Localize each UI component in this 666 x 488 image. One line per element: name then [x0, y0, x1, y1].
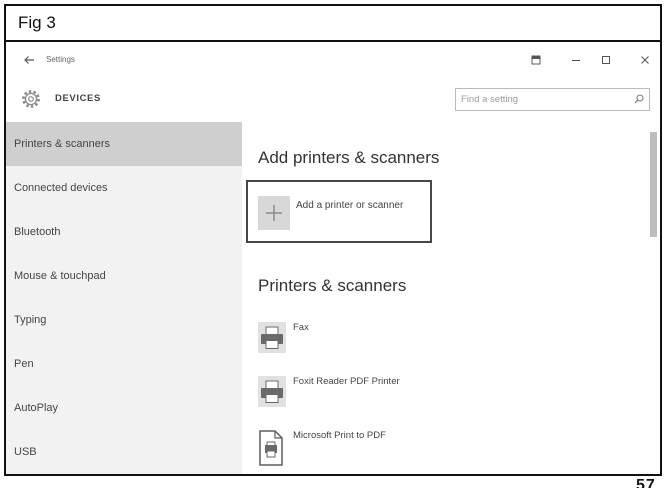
sidebar-item-mouse-touchpad[interactable]: Mouse & touchpad	[6, 254, 242, 298]
gear-icon	[22, 90, 40, 108]
close-icon	[641, 56, 649, 64]
device-name: Fax	[293, 322, 309, 333]
figure-frame: Fig 3 Settings DEVICES Find a setting Pr…	[4, 4, 662, 476]
device-item-microsoft-print-to-pdf[interactable]: Microsoft Print to PDF	[258, 430, 558, 466]
page-title: DEVICES	[55, 93, 101, 104]
main-content: Add printers & scanners Add a printer or…	[242, 122, 660, 474]
sidebar-item-label: Bluetooth	[14, 226, 61, 238]
device-name: Foxit Reader PDF Printer	[293, 376, 400, 387]
back-button[interactable]	[23, 54, 35, 66]
close-button[interactable]	[639, 54, 651, 66]
figure-header: Fig 3	[6, 6, 660, 42]
title-bar: Settings	[6, 42, 660, 78]
page-header: DEVICES	[6, 78, 660, 122]
search-input[interactable]	[456, 89, 626, 110]
device-name: Microsoft Print to PDF	[293, 430, 386, 441]
sidebar-item-printers-scanners[interactable]: Printers & scanners	[6, 122, 242, 166]
sidebar-item-label: AutoPlay	[14, 402, 59, 414]
scrollbar[interactable]	[650, 132, 657, 237]
search-icon[interactable]	[634, 94, 644, 104]
sidebar-item-typing[interactable]: Typing	[6, 298, 242, 342]
figure-label: Fig 3	[18, 13, 56, 32]
sidebar-item-label: USB	[14, 446, 37, 458]
printers-list-heading: Printers & scanners	[258, 276, 407, 295]
add-printer-label: Add a printer or scanner	[296, 200, 404, 211]
printer-icon	[258, 322, 286, 353]
sidebar-item-connected-devices[interactable]: Connected devices	[6, 166, 242, 210]
page-number: 57	[636, 478, 656, 488]
sidebar-item-label: Connected devices	[14, 182, 108, 194]
search-box	[455, 88, 650, 111]
maximize-icon	[602, 56, 610, 64]
maximize-button[interactable]	[600, 54, 612, 66]
minimize-button[interactable]	[570, 54, 582, 66]
sidebar-item-bluetooth[interactable]: Bluetooth	[6, 210, 242, 254]
sidebar-item-label: Pen	[14, 358, 34, 370]
printer-icon	[258, 376, 286, 407]
pdf-document-icon	[259, 430, 283, 466]
device-item-fax[interactable]: Fax	[258, 322, 558, 358]
settings-window: Settings DEVICES Find a setting Printers…	[6, 42, 660, 474]
back-arrow-icon	[24, 56, 34, 64]
plus-icon	[258, 196, 290, 230]
add-printer-button[interactable]: Add a printer or scanner	[246, 180, 432, 243]
sidebar-item-autoplay[interactable]: AutoPlay	[6, 386, 242, 430]
sidebar-item-usb[interactable]: USB	[6, 430, 242, 474]
sidebar-item-pen[interactable]: Pen	[6, 342, 242, 386]
sidebar-item-label: Printers & scanners	[14, 138, 110, 150]
minimize-icon	[572, 60, 580, 61]
app-mode-button[interactable]	[530, 54, 542, 66]
sidebar-item-label: Typing	[14, 314, 47, 326]
sidebar: Printers & scanners Connected devices Bl…	[6, 122, 242, 474]
device-item-foxit-reader-pdf-printer[interactable]: Foxit Reader PDF Printer	[258, 376, 558, 412]
sidebar-item-label: Mouse & touchpad	[14, 270, 106, 282]
add-printers-heading: Add printers & scanners	[258, 148, 440, 167]
app-mode-icon	[531, 55, 541, 65]
window-title: Settings	[46, 55, 75, 64]
